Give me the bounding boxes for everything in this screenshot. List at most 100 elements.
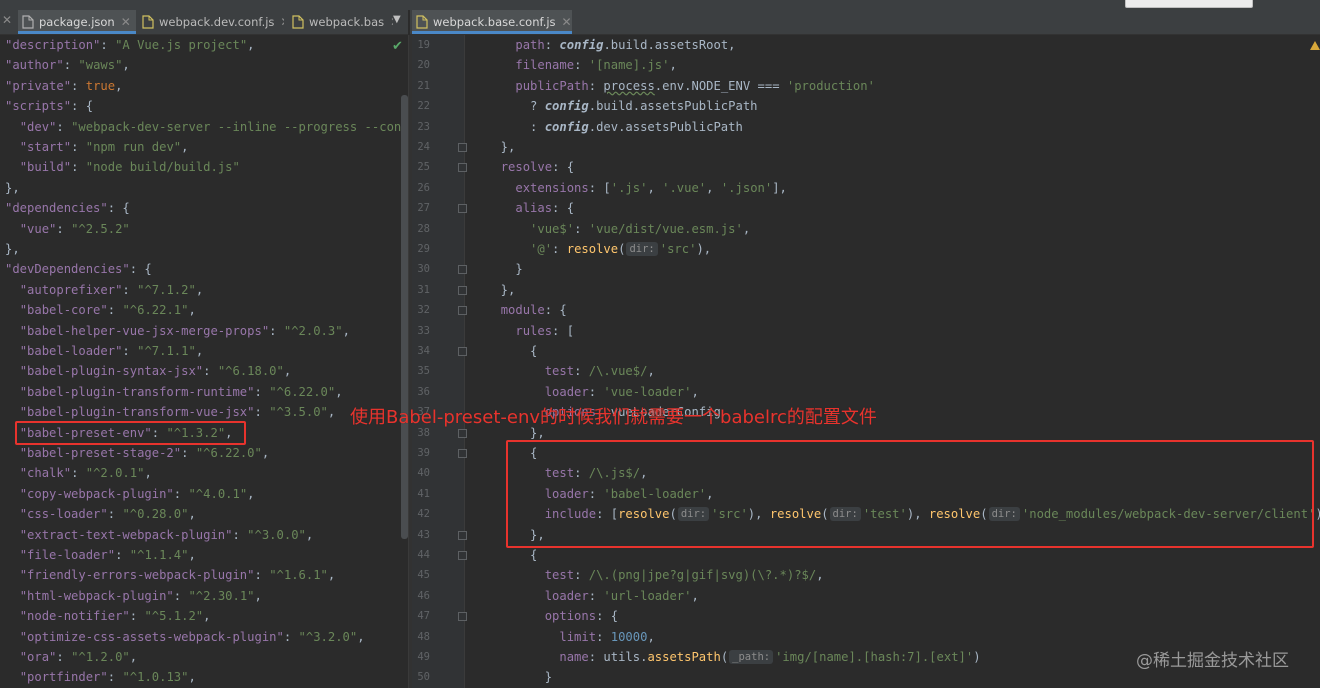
code-token: "autoprefixer" [19,282,123,297]
tab-left-0[interactable]: package.json ✕ [18,10,136,34]
line-number: 36 [417,385,430,398]
line-number: 27 [417,202,430,215]
code-token: : [71,140,86,154]
code-token: '.json' [720,180,773,195]
code-token: , [283,364,292,379]
fold-marker[interactable] [458,143,467,152]
fold-marker[interactable] [458,204,467,214]
close-icon[interactable]: ✕ [121,15,131,29]
close-icon[interactable]: ✕ [562,15,572,29]
fold-marker[interactable] [458,551,467,560]
code-token: alias [515,201,553,216]
code-token: 'img/[name].[hash:7].[ext]' [775,650,974,664]
editor-package-json[interactable]: "description": "A Vue.js project", "autho… [0,35,410,688]
code-token: : [574,58,589,73]
code-line: test: /\.vue$/, [486,361,655,381]
code-line: "file-loader": "^1.1.4", [5,545,196,565]
code-token: , [247,486,255,501]
code-token: .build.assetsPublicPath [588,99,758,114]
code-line: "build": "node build/build.js" [5,157,240,177]
code-token: 'src' [659,242,697,256]
code-line: } [486,667,552,687]
fold-marker[interactable] [458,530,467,540]
fold-marker[interactable] [458,347,467,356]
code-token: "^5.1.2" [144,609,204,624]
code-token: /\.vue$/ [588,364,648,379]
code-token: , [647,364,655,379]
tab-right-0[interactable]: webpack.base.conf.js ✕ [412,10,572,34]
code-token: "^1.0.13" [122,670,189,685]
code-token: "^3.0.0" [247,527,306,542]
chevron-down-icon[interactable]: ▼ [393,14,401,25]
code-token: publicPath [515,78,589,93]
code-token: : [588,384,604,399]
code-line: rules: [ [486,321,574,341]
js-file-icon [292,15,304,29]
code-line: { [486,341,537,361]
warning-icon[interactable] [1310,41,1320,50]
tab-left-1[interactable]: webpack.dev.conf.js ✕ [138,10,284,34]
code-token: : [486,119,545,134]
tab-bar-right: webpack.base.conf.js ✕ [410,10,1320,35]
code-token: "html-webpack-plugin" [19,588,174,603]
fold-marker[interactable] [458,265,467,275]
code-line: "friendly-errors-webpack-plugin": "^1.6.… [5,565,336,585]
code-line: '@': resolve(dir:'src'), [486,239,711,259]
code-token: : [122,344,138,358]
highlight-babel-preset-env [15,421,246,445]
editor-webpack-base-conf[interactable]: 19 20 21 22 23 24 25 26 27 28 29 30 31 32 33 34 35 36 37 38… [412,35,1320,688]
code-token: , [647,629,655,644]
search-box[interactable] [1125,0,1253,8]
code-line: "babel-preset-stage-2": "^6.22.0", [5,443,270,463]
code-token: "css-loader" [19,507,108,522]
code-token: "babel-plugin-syntax-jsx" [19,364,204,379]
code-token: : [181,446,196,460]
code-token: "description" [5,38,101,52]
code-token: ( [618,242,626,256]
fold-marker[interactable] [458,449,467,458]
code-line: loader: 'vue-loader', [486,382,699,402]
check-icon: ✔ [392,39,403,54]
code-line: "devDependencies": { [5,259,152,279]
code-token: name [559,650,589,664]
code-token: module [500,303,545,318]
close-icon[interactable]: ✕ [2,13,12,27]
code-token: "node-notifier" [19,609,130,624]
code-token: , [195,282,204,297]
fold-marker[interactable] [458,306,467,316]
tab-left-2[interactable]: webpack.bas✕ [288,10,393,34]
code-line: }, [486,280,516,300]
line-number: 39 [417,447,430,459]
code-token: : [71,78,86,93]
watermark: @稀土掘金技术社区 [1136,651,1289,671]
code-token: : [122,282,138,297]
code-token: "^1.6.1" [269,568,328,583]
code-line: "scripts": { [5,96,93,116]
line-number: 22 [417,100,430,113]
close-icon[interactable]: ✕ [280,15,284,29]
fold-marker[interactable] [458,285,467,295]
code-token: "^3.5.0" [269,405,328,420]
fold-marker[interactable] [458,428,467,438]
code-token: "^7.1.1" [137,344,196,358]
fold-marker[interactable] [458,612,467,622]
vertical-scrollbar[interactable] [401,95,408,539]
code-token: , [742,221,751,236]
code-token: ) [973,650,981,664]
code-line: test: /\.(png|jpe?g|gif|svg)(\?.*)?$/, [486,565,824,585]
code-token: ), [696,242,712,256]
code-token: : { [552,160,575,175]
line-number: 25 [417,161,430,174]
code-token: "author" [5,58,64,73]
code-line: module: { [486,300,567,320]
fold-marker[interactable] [458,163,467,173]
